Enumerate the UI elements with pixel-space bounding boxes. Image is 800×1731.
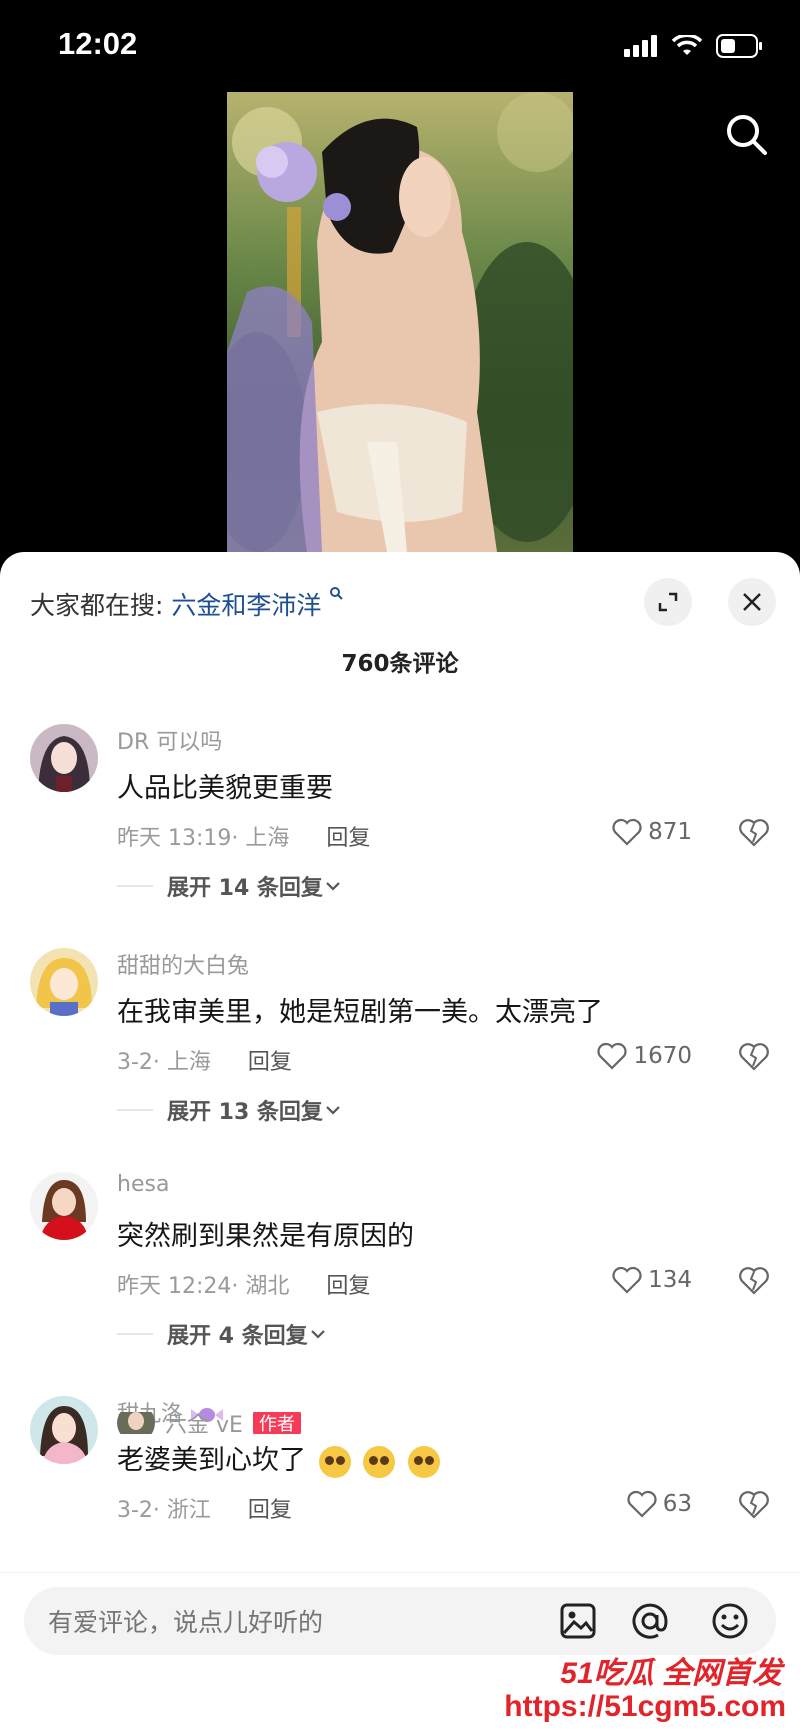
comment-username[interactable]: 甜甜的大白兔 <box>117 948 249 980</box>
comment-meta: 3-2· 浙江 回复 <box>117 1492 292 1524</box>
heart-icon <box>612 818 642 846</box>
expand-replies-label: 展开 4 条回复 <box>167 1324 308 1349</box>
at-mention-icon[interactable] <box>630 1601 670 1641</box>
avatar[interactable] <box>30 1172 98 1240</box>
like-count: 871 <box>648 819 692 845</box>
chevron-down-icon <box>310 1330 325 1339</box>
expand-button[interactable] <box>644 578 692 626</box>
chevron-down-icon <box>326 882 340 891</box>
status-time: 12:02 <box>58 26 138 61</box>
search-icon[interactable] <box>722 110 770 158</box>
signal-icon <box>624 35 657 57</box>
watermark-top: 51吃瓜 全网首发 <box>560 1657 782 1690</box>
pleading-face-emoji-icon <box>363 1445 396 1478</box>
heart-icon <box>612 1266 642 1294</box>
comment-text: 老婆美到心坎了 <box>117 1438 440 1478</box>
comments-count: 760条评论 <box>341 651 459 677</box>
comment-input-box[interactable] <box>24 1587 776 1657</box>
like-button[interactable]: 1670 <box>597 1042 692 1070</box>
broken-heart-icon[interactable] <box>738 1490 770 1520</box>
like-count: 134 <box>648 1267 692 1293</box>
avatar <box>117 1412 155 1434</box>
like-button[interactable]: 134 <box>612 1266 692 1294</box>
like-count: 63 <box>662 1491 692 1517</box>
heart-icon <box>627 1490 657 1518</box>
broken-heart-icon[interactable] <box>738 1042 770 1072</box>
expand-icon <box>658 592 678 612</box>
heart-icon <box>597 1042 628 1070</box>
reply-button[interactable]: 回复 <box>326 1274 370 1299</box>
like-count: 1670 <box>633 1043 692 1069</box>
avatar[interactable] <box>30 1396 98 1464</box>
comment-meta: 昨天 12:24· 湖北 回复 <box>117 1268 370 1300</box>
comment-username[interactable]: DR 可以吗 <box>117 724 222 756</box>
reply-username: 六金 vE <box>165 1413 243 1434</box>
watermark: 51吃瓜 全网首发 https://51cgm5.com <box>462 1648 792 1728</box>
like-button[interactable]: 63 <box>627 1490 692 1518</box>
broken-heart-icon[interactable] <box>738 1266 770 1296</box>
broken-heart-icon[interactable] <box>738 818 770 848</box>
comment-text: 突然刷到果然是有原因的 <box>117 1221 414 1252</box>
close-icon <box>743 593 761 611</box>
chevron-down-icon <box>326 1106 340 1115</box>
comment-meta: 3-2· 上海 回复 <box>117 1044 292 1076</box>
hot-search-keyword[interactable]: 六金和李沛洋 <box>171 591 321 620</box>
comment-time-location: 3-2· 上海 <box>117 1050 211 1075</box>
comment-text-label: 老婆美到心坎了 <box>117 1445 306 1476</box>
comment-time-location: 昨天 12:24· 湖北 <box>117 1274 290 1299</box>
video-player[interactable] <box>227 92 573 552</box>
search-small-icon <box>330 587 344 600</box>
author-badge: 作者 <box>252 1412 301 1434</box>
image-icon[interactable] <box>558 1601 598 1641</box>
pleading-face-emoji-icon <box>407 1445 440 1478</box>
status-bar: 12:02 <box>0 0 800 92</box>
comment-meta: 昨天 13:19· 上海 回复 <box>117 820 370 852</box>
comment-text: 在我审美里，她是短剧第一美。太漂亮了 <box>117 997 603 1028</box>
like-button[interactable]: 871 <box>612 818 692 846</box>
comment-text: 人品比美貌更重要 <box>117 773 333 804</box>
expand-replies[interactable]: 展开 14 条回复 <box>117 870 343 902</box>
avatar[interactable] <box>30 948 98 1016</box>
wifi-icon <box>672 35 702 55</box>
reply-button[interactable]: 回复 <box>326 826 370 851</box>
reply-button[interactable]: 回复 <box>248 1050 292 1075</box>
reply-preview[interactable]: 六金 vE 作者 <box>117 1412 301 1434</box>
expand-replies[interactable]: 展开 4 条回复 <box>117 1318 328 1350</box>
expand-replies[interactable]: 展开 13 条回复 <box>117 1094 343 1126</box>
avatar[interactable] <box>30 724 98 792</box>
hot-search[interactable]: 大家都在搜: 六金和李沛洋 <box>30 586 344 622</box>
watermark-url: https://51cgm5.com <box>504 1690 786 1723</box>
comment-time-location: 昨天 13:19· 上海 <box>117 826 290 851</box>
battery-icon <box>716 34 762 58</box>
expand-replies-label: 展开 14 条回复 <box>167 876 323 901</box>
hot-search-prefix: 大家都在搜: <box>30 591 164 620</box>
close-button[interactable] <box>728 578 776 626</box>
comment-input[interactable] <box>46 1587 530 1657</box>
reply-button[interactable]: 回复 <box>248 1498 292 1523</box>
expand-replies-label: 展开 13 条回复 <box>167 1100 323 1125</box>
pleading-face-emoji-icon <box>318 1445 351 1478</box>
emoji-smile-icon[interactable] <box>710 1601 750 1641</box>
comment-username[interactable]: hesa <box>117 1172 169 1197</box>
video-frame <box>227 92 573 552</box>
status-icons <box>624 34 764 58</box>
comment-time-location: 3-2· 浙江 <box>117 1498 211 1523</box>
